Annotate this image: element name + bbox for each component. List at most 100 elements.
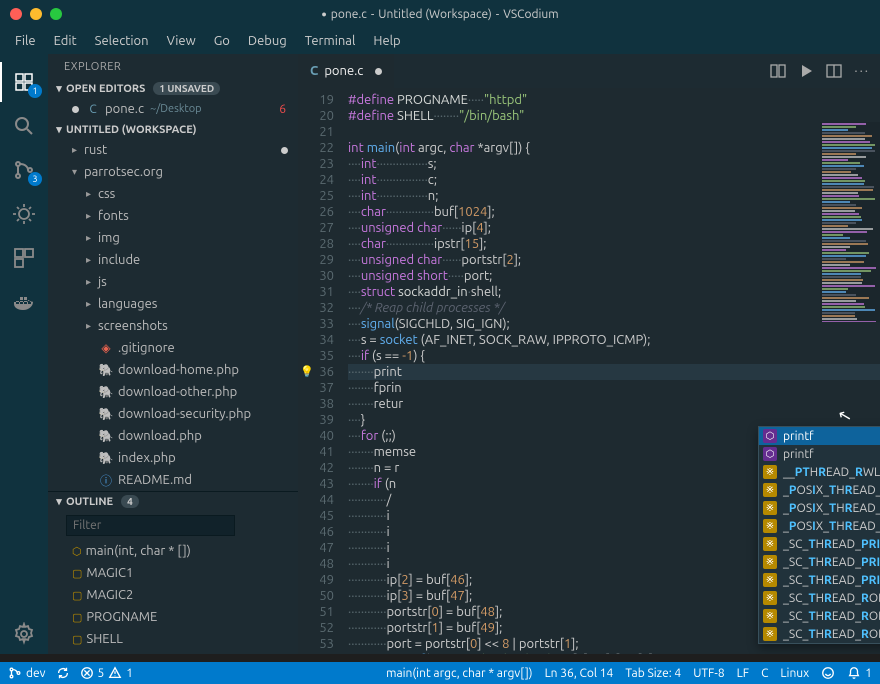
outline-item[interactable]: ▢SHELL [48,628,298,650]
lightbulb-icon[interactable]: 💡 [300,364,314,380]
modified-indicator-icon [281,147,288,154]
outline-item[interactable]: ▢MAGIC1 [48,562,298,584]
more-actions-icon[interactable]: ··· [854,64,870,78]
suggest-item[interactable]: ※_SC_THREAD_PRIO_INHERIT [759,553,880,571]
method-icon: ⬡ [763,447,777,461]
suggest-item[interactable]: ⬡printf [759,445,880,463]
split-editor-icon[interactable] [826,63,842,79]
outline-item[interactable]: ⬡main(int, char * []) [48,540,298,562]
run-icon[interactable] [798,63,814,79]
file-icon: ⓘ [98,472,114,489]
tree-item[interactable]: 🐘download-security.php [48,403,298,425]
sync-item[interactable] [56,666,70,680]
suggest-item[interactable]: ※_POSIX_THREAD_PRIO_INHERIT [759,499,880,517]
scm-badge: 3 [28,172,42,186]
file-icon: 🐘 [98,363,114,377]
docker-icon[interactable] [0,282,48,322]
constant-icon: ※ [763,501,777,515]
debug-icon[interactable] [0,194,48,234]
tree-item[interactable]: 🐘index.php [48,447,298,469]
constant-icon: ※ [763,537,777,551]
error-count: 6 [279,103,286,116]
tree-item[interactable]: ◈.gitignore [48,337,298,359]
method-icon: ⬡ [763,429,777,443]
tree-item[interactable]: ▸fonts [48,205,298,227]
menu-go[interactable]: Go [207,32,237,50]
suggest-item[interactable]: ※_SC_THREAD_PRIO_INHERIT [759,535,880,553]
suggest-item[interactable]: ⬡printfint printf(const char *__restrict… [759,427,880,445]
constant-icon: ※ [763,609,777,623]
problems-item[interactable]: 5 1 [80,666,134,680]
tree-item[interactable]: ▸languages [48,293,298,315]
encoding-item[interactable]: UTF-8 [693,667,724,680]
symbol-icon: ▢ [72,567,82,580]
minimize-window-button[interactable] [30,8,42,20]
autocomplete-popup[interactable]: ⬡printfint printf(const char *__restrict… [758,426,880,644]
tree-item[interactable]: ⓘREADME.md [48,469,298,491]
tree-item[interactable]: ▾parrotsec.org [48,161,298,183]
tree-item[interactable]: 🐘download.php [48,425,298,447]
close-window-button[interactable] [10,8,22,20]
extensions-icon[interactable] [0,238,48,278]
tree-item[interactable]: ▸css [48,183,298,205]
file-icon: 🐘 [98,429,114,443]
maximize-window-button[interactable] [50,8,62,20]
menu-selection[interactable]: Selection [88,32,156,50]
menu-debug[interactable]: Debug [241,32,294,50]
os-item[interactable]: Linux [780,667,809,680]
tab-pone-c[interactable]: C pone.c [298,54,394,88]
tree-item[interactable]: ▸rust [48,139,298,161]
explorer-badge: 1 [28,84,42,98]
language-item[interactable]: C [761,667,768,680]
tree-item[interactable]: ▸js [48,271,298,293]
suggest-item[interactable]: ※_SC_THREAD_ROBUST_PRIO_INHERIT [759,625,880,643]
symbol-icon: ▢ [72,611,82,624]
modified-indicator-icon [375,68,382,75]
constant-icon: ※ [763,519,777,533]
open-editor-item[interactable]: C pone.c ~/Desktop 6 [48,98,298,120]
menu-terminal[interactable]: Terminal [298,32,363,50]
explorer-icon[interactable]: 1 [0,62,48,102]
suggest-item[interactable]: ※_POSIX_THREAD_ROBUST_PRIO_INHERIT [759,517,880,535]
settings-gear-icon[interactable] [0,614,48,654]
tree-item[interactable]: 🐘download-home.php [48,359,298,381]
eol-item[interactable]: LF [737,667,749,680]
tree-item[interactable]: ▸img [48,227,298,249]
compare-changes-icon[interactable] [770,63,786,79]
suggest-item[interactable]: ※__PTHREAD_RWLOCK_INT_FLAGS_SHARED [759,463,880,481]
breadcrumb-item[interactable]: main(int argc, char * argv[]) [386,667,532,680]
suggest-item[interactable]: ※_SC_THREAD_PRIO_INHERIT [759,571,880,589]
open-editors-section[interactable]: ▾OPEN EDITORS 1 UNSAVED [48,79,298,98]
tree-item[interactable]: 🐘download-other.php [48,381,298,403]
title-bar: ● pone.c -Untitled (Workspace) -VSCodium [0,0,880,28]
workspace-section[interactable]: ▾UNTITLED (WORKSPACE) [48,120,298,139]
activity-bar: 1 3 [0,54,48,654]
tab-size-item[interactable]: Tab Size: 4 [625,667,681,680]
git-branch-item[interactable]: dev [8,666,46,680]
outline-item[interactable]: ▢PROGNAME [48,606,298,628]
tree-item[interactable]: ▸include [48,249,298,271]
menu-edit[interactable]: Edit [47,32,84,50]
menu-help[interactable]: Help [366,32,407,50]
menu-file[interactable]: File [8,32,43,50]
symbol-icon: ▢ [72,589,82,602]
suggest-item[interactable]: ※_POSIX_THREAD_PRIO_INHERIT [759,481,880,499]
outline-section[interactable]: ▾OUTLINE 4 [48,492,298,511]
feedback-icon[interactable] [821,666,835,680]
suggest-item[interactable]: ※_SC_THREAD_ROBUST_PRIO_INHERIT [759,607,880,625]
constant-icon: ※ [763,483,777,497]
file-icon: ◈ [98,341,114,355]
tree-item[interactable]: ▸screenshots [48,315,298,337]
c-file-icon: C [85,103,101,116]
source-control-icon[interactable]: 3 [0,150,48,190]
cursor-position-item[interactable]: Ln 36, Col 14 [545,667,614,680]
outline-item[interactable]: ▢MAGIC2 [48,584,298,606]
menu-view[interactable]: View [160,32,203,50]
suggest-item[interactable]: ※_SC_THREAD_ROBUST_PRIO_INHERIT [759,589,880,607]
constant-icon: ※ [763,555,777,569]
status-bar: dev 5 1 main(int argc, char * argv[]) Ln… [0,662,880,684]
constant-icon: ※ [763,465,777,479]
notifications-icon[interactable]: 1 [847,666,872,680]
outline-filter-input[interactable] [66,515,235,536]
search-icon[interactable] [0,106,48,146]
